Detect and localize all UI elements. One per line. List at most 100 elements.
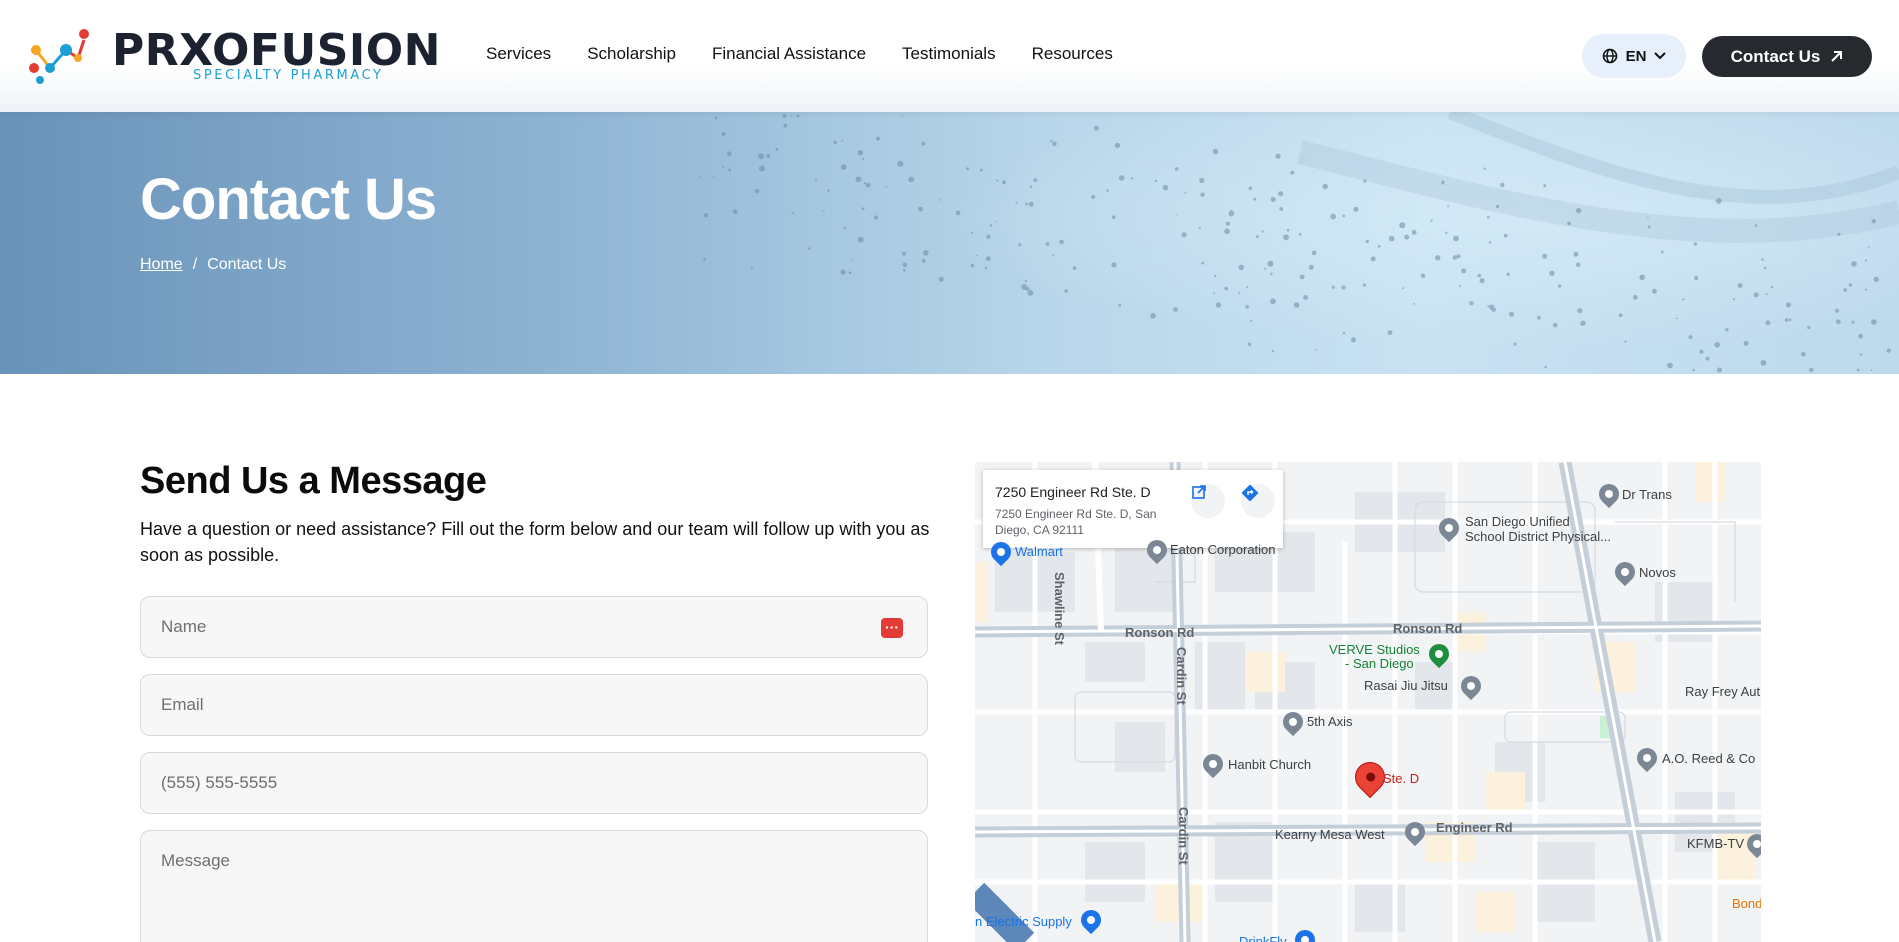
phone-input[interactable] xyxy=(141,753,927,813)
hero-particle xyxy=(1045,242,1050,246)
site-header: PRXOFUSION SPECIALTY PHARMACY Services S… xyxy=(0,0,1899,112)
language-selector[interactable]: EN xyxy=(1582,34,1686,78)
location-map[interactable]: 7250 Engineer Rd Ste. D 7250 Engineer Rd… xyxy=(975,462,1761,942)
hero-particle xyxy=(865,182,871,188)
map-label-ao-reed: A.O. Reed & Co xyxy=(1662,751,1756,766)
phone-field-wrapper xyxy=(140,752,928,814)
hero-particle xyxy=(1271,350,1275,353)
map-card-title: 7250 Engineer Rd Ste. D xyxy=(995,484,1151,500)
hero-particle xyxy=(1342,214,1345,218)
map-label-engineer: Engineer Rd xyxy=(1436,820,1513,835)
hero-particle xyxy=(1293,302,1300,308)
hero-particle xyxy=(1342,331,1346,335)
breadcrumb-home[interactable]: Home xyxy=(140,256,183,274)
hero-particle xyxy=(1717,367,1723,373)
hero-particle xyxy=(1856,368,1860,372)
hero-particle xyxy=(986,234,991,239)
hero-particle xyxy=(1303,295,1309,300)
map-label-eaton: Eaton Corporation xyxy=(1170,542,1276,557)
hero-particle xyxy=(908,176,915,183)
nav-services[interactable]: Services xyxy=(486,44,551,64)
map-label-dr-trans: Dr Trans xyxy=(1622,487,1672,502)
hero-particle xyxy=(1247,342,1252,346)
arrow-up-right-icon xyxy=(1831,51,1843,62)
email-input[interactable] xyxy=(141,675,927,735)
hero-particle xyxy=(1693,242,1698,246)
hero-particle xyxy=(1377,244,1381,248)
hero-particle xyxy=(1027,290,1034,296)
hero-particle xyxy=(1503,233,1508,238)
logo[interactable]: PRXOFUSION SPECIALTY PHARMACY xyxy=(28,26,440,86)
hero-particle xyxy=(1184,191,1187,194)
map-label-rasai: Rasai Jiu Jitsu xyxy=(1364,678,1448,693)
hero-particle xyxy=(989,224,993,227)
hero-particle xyxy=(1224,228,1230,234)
hero-particle xyxy=(721,132,726,136)
hero-particle xyxy=(807,247,811,250)
hero-particle xyxy=(1052,254,1054,257)
hero-particle xyxy=(1567,221,1571,226)
hero-particle xyxy=(840,269,846,275)
map-label-bond: Bond xyxy=(1732,896,1761,911)
hero-particle xyxy=(1632,295,1638,300)
hero-particle xyxy=(848,271,852,275)
hero-particle xyxy=(1029,185,1033,188)
hero-particle xyxy=(1682,298,1685,301)
hero-particle xyxy=(923,250,929,256)
hero-particle xyxy=(1447,205,1450,208)
hero-particle xyxy=(902,262,908,268)
hero-particle xyxy=(996,179,999,182)
hero-particle xyxy=(1114,142,1121,149)
hero-particle xyxy=(1050,139,1053,143)
hero-particle xyxy=(1245,305,1249,309)
hero-particle xyxy=(714,116,718,120)
message-textarea[interactable] xyxy=(141,831,927,942)
hero-particle xyxy=(855,176,862,183)
hero-particle xyxy=(1091,194,1096,199)
nav-financial-assistance[interactable]: Financial Assistance xyxy=(712,44,866,64)
hero-particle xyxy=(1445,231,1448,234)
hero-particle xyxy=(1705,356,1710,361)
map-label-shawline: Shawline St xyxy=(1052,572,1067,645)
hero-particle xyxy=(1024,279,1028,283)
hero-particle xyxy=(1363,179,1367,183)
open-external-icon[interactable] xyxy=(1191,484,1225,518)
hero-particle xyxy=(1213,292,1216,295)
hero-particle xyxy=(1225,221,1230,226)
hero-particle xyxy=(863,182,867,185)
hero-particle xyxy=(833,140,837,144)
hero-particle xyxy=(1111,215,1116,219)
hero-particle xyxy=(1072,266,1077,270)
hero-particle xyxy=(1052,141,1057,147)
breadcrumb-current: Contact Us xyxy=(207,256,287,273)
hero-particle xyxy=(1647,217,1649,219)
hero-particle xyxy=(1435,255,1441,261)
contact-us-button[interactable]: Contact Us xyxy=(1702,36,1872,77)
hero-particle xyxy=(1404,234,1410,240)
hero-particle xyxy=(1441,181,1445,185)
main-nav: Services Scholarship Financial Assistanc… xyxy=(486,44,1149,64)
hero-particle xyxy=(1365,239,1369,244)
map-info-card: 7250 Engineer Rd Ste. D 7250 Engineer Rd… xyxy=(983,470,1283,548)
hero-particle xyxy=(1692,368,1695,372)
hero-particle xyxy=(1370,256,1376,262)
hero-particle xyxy=(1025,286,1030,291)
hero-particle xyxy=(759,165,765,172)
hero-particle xyxy=(1350,337,1357,343)
name-input[interactable] xyxy=(141,597,927,657)
map-label-drinkfly: DrinkFly xyxy=(1239,934,1287,942)
hero-particle xyxy=(1150,313,1156,319)
hero-particle xyxy=(814,178,818,181)
map-label-cardin-top: Cardin St xyxy=(1174,647,1189,705)
hero-particle xyxy=(1106,189,1109,192)
password-manager-icon[interactable]: ··· xyxy=(881,618,903,638)
hero-particle xyxy=(1064,289,1068,293)
nav-resources[interactable]: Resources xyxy=(1032,44,1113,64)
hero-particle xyxy=(1549,270,1555,277)
nav-testimonials[interactable]: Testimonials xyxy=(902,44,996,64)
directions-icon[interactable] xyxy=(1241,484,1275,518)
nav-scholarship[interactable]: Scholarship xyxy=(587,44,676,64)
hero-particle xyxy=(1154,179,1158,183)
hero-particle xyxy=(783,123,788,128)
hero-particle xyxy=(1353,206,1359,212)
